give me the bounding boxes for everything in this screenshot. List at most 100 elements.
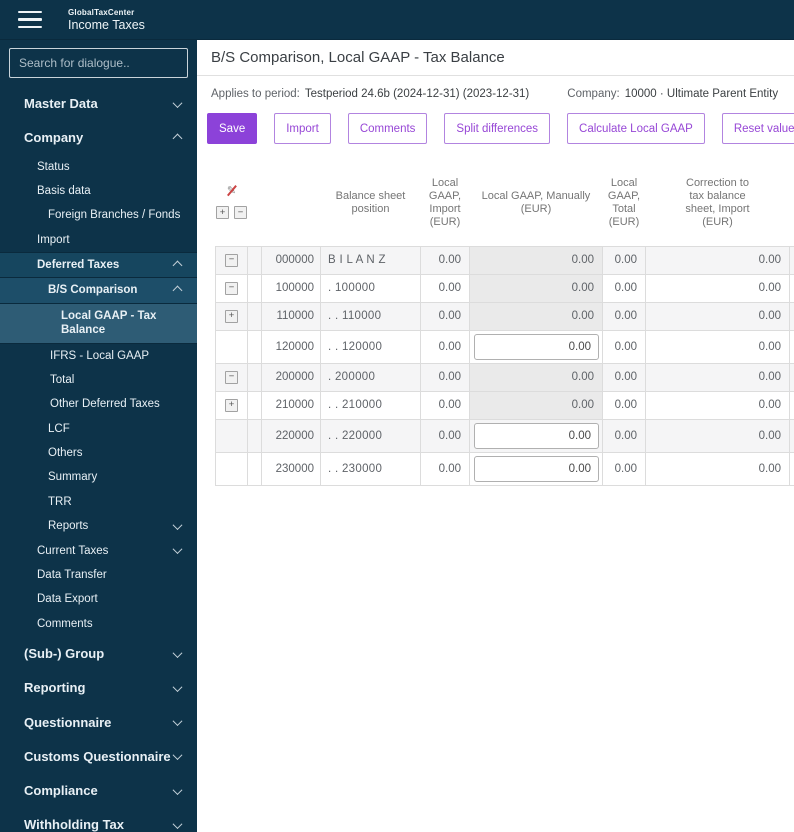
expand-all-button[interactable]: + bbox=[216, 206, 229, 220]
sidebar-item-label: IFRS - Local GAAP bbox=[50, 349, 150, 362]
cell-flag bbox=[247, 273, 262, 303]
sidebar-item-label: Questionnaire bbox=[24, 714, 112, 730]
column-header-overflow bbox=[790, 166, 794, 246]
sidebar-item-label: Basis data bbox=[37, 184, 91, 197]
cell-local-gaap-import: 0.00 bbox=[420, 362, 470, 392]
period-value: Testperiod 24.6b (2024-12-31) (2023-12-3… bbox=[304, 88, 530, 100]
cell-local-gaap-import: 0.00 bbox=[420, 390, 470, 420]
table-row-000000: −000000 B I L A N Z 0.00 0.00 0.00 0.00 bbox=[215, 245, 794, 275]
sidebar-item-reports[interactable]: Reports bbox=[0, 514, 197, 538]
sidebar-item-ifrs-local-gaap[interactable]: IFRS - Local GAAP bbox=[0, 344, 197, 368]
row-expand-button[interactable]: + bbox=[225, 309, 238, 323]
manually-value-input[interactable] bbox=[474, 455, 599, 482]
sidebar-item-summary[interactable]: Summary bbox=[0, 465, 197, 489]
cell-account: 000000 bbox=[261, 245, 321, 275]
cell-local-gaap-import: 0.00 bbox=[420, 273, 470, 303]
company-info: Company: 10000 · Ultimate Parent Entity bbox=[567, 88, 778, 100]
balance-sheet-table: ✎+−Balance sheet positionLocal GAAP, Imp… bbox=[215, 166, 794, 486]
cell-local-gaap-import: 0.00 bbox=[420, 245, 470, 275]
cell-account: 100000 bbox=[261, 273, 321, 303]
chevron-up-icon bbox=[172, 285, 183, 296]
chevron-down-icon bbox=[172, 682, 183, 692]
sidebar-item-data-export[interactable]: Data Export bbox=[0, 587, 197, 611]
search-input[interactable] bbox=[9, 48, 188, 78]
cell-flag bbox=[247, 451, 262, 486]
cell-local-gaap-total: 0.00 bbox=[602, 390, 646, 420]
reset-values-button[interactable]: Reset values ... bbox=[721, 113, 794, 144]
sidebar-item-trr[interactable]: TRR bbox=[0, 490, 197, 514]
cell-account: 210000 bbox=[261, 390, 321, 420]
sidebar-item-label: Company bbox=[24, 130, 84, 146]
sidebar-item-reporting[interactable]: Reporting bbox=[0, 672, 197, 704]
row-collapse-button[interactable]: − bbox=[225, 370, 238, 384]
sidebar-item-import[interactable]: Import bbox=[0, 228, 197, 252]
cell-account: 220000 bbox=[261, 418, 321, 453]
sidebar-item-lcf[interactable]: LCF bbox=[0, 417, 197, 441]
cell-overflow bbox=[789, 301, 794, 331]
sidebar-item-deferred-taxes[interactable]: Deferred Taxes bbox=[0, 252, 197, 279]
sidebar-item-customs-questionnaire[interactable]: Customs Questionnaire bbox=[0, 741, 197, 773]
cell-flag bbox=[247, 329, 262, 364]
save-button[interactable]: Save bbox=[207, 113, 258, 144]
cell-overflow bbox=[789, 390, 794, 420]
row-collapse-button[interactable]: − bbox=[225, 281, 238, 295]
sidebar-item-label: Foreign Branches / Fonds bbox=[48, 209, 181, 222]
sidebar-item-others[interactable]: Others bbox=[0, 441, 197, 465]
sidebar-item-sub-group[interactable]: (Sub-) Group bbox=[0, 638, 197, 670]
cell-local-gaap-total: 0.00 bbox=[602, 273, 646, 303]
sidebar-item-label: Comments bbox=[37, 617, 93, 630]
sidebar-item-basis-data[interactable]: Basis data bbox=[0, 179, 197, 203]
sidebar-item-compliance[interactable]: Compliance bbox=[0, 775, 197, 807]
sidebar-item-master-data[interactable]: Master Data bbox=[0, 88, 197, 120]
manually-value-input[interactable] bbox=[474, 422, 599, 449]
period-label: Applies to period: bbox=[211, 88, 300, 100]
sidebar-item-other-deferred-taxes[interactable]: Other Deferred Taxes bbox=[0, 392, 197, 416]
chevron-down-icon bbox=[172, 97, 183, 108]
row-collapse-button[interactable]: − bbox=[225, 253, 238, 267]
cell-position-name: . . 120000 bbox=[320, 329, 421, 364]
chevron-down-icon bbox=[172, 716, 183, 727]
sidebar-item-status[interactable]: Status bbox=[0, 155, 197, 179]
import-button[interactable]: Import bbox=[274, 113, 331, 144]
sidebar-item-label: B/S Comparison bbox=[48, 284, 138, 297]
cell-local-gaap-total: 0.00 bbox=[602, 362, 646, 392]
sidebar-item-data-transfer[interactable]: Data Transfer bbox=[0, 563, 197, 587]
cell-expand bbox=[215, 418, 248, 453]
cell-local-gaap-manually: 0.00 bbox=[469, 362, 603, 392]
comments-button[interactable]: Comments bbox=[347, 113, 428, 144]
cell-flag bbox=[247, 418, 262, 453]
calculate-local-gaap-button[interactable]: Calculate Local GAAP bbox=[567, 113, 705, 144]
cell-account: 230000 bbox=[261, 451, 321, 486]
sidebar-item-label: Reporting bbox=[24, 680, 86, 696]
sidebar-item-current-taxes[interactable]: Current Taxes bbox=[0, 539, 197, 563]
cell-expand: + bbox=[215, 301, 248, 331]
sidebar-item-comments[interactable]: Comments bbox=[0, 612, 197, 636]
sidebar-item-questionnaire[interactable]: Questionnaire bbox=[0, 707, 197, 739]
sidebar-item-label: Deferred Taxes bbox=[37, 259, 120, 271]
cell-account: 120000 bbox=[261, 329, 321, 364]
main-content: B/S Comparison, Local GAAP - Tax Balance… bbox=[197, 40, 794, 832]
page: GlobalTaxCenter Income Taxes Master Data… bbox=[0, 0, 794, 832]
cell-correction-import: 0.00 bbox=[645, 329, 790, 364]
split-differences-button[interactable]: Split differences bbox=[444, 113, 551, 144]
sidebar-item-withholding-tax[interactable]: Withholding Tax bbox=[0, 809, 197, 832]
sidebar-item-local-gaap-tax-balance[interactable]: Local GAAP - Tax Balance bbox=[0, 303, 197, 344]
cell-local-gaap-import: 0.00 bbox=[420, 451, 470, 486]
hamburger-menu-icon[interactable] bbox=[18, 10, 42, 29]
chevron-down-icon bbox=[172, 544, 183, 555]
sidebar-item-foreign-branches-fonds[interactable]: Foreign Branches / Fonds bbox=[0, 203, 197, 227]
sidebar-item-b-s-comparison[interactable]: B/S Comparison bbox=[0, 278, 197, 304]
sidebar-item-label: Import bbox=[37, 233, 70, 246]
sidebar-item-label: Data Transfer bbox=[37, 568, 107, 581]
sidebar-item-total[interactable]: Total bbox=[0, 368, 197, 392]
cell-correction-import: 0.00 bbox=[645, 418, 790, 453]
column-header-import: Local GAAP, Import (EUR) bbox=[428, 176, 462, 228]
row-expand-button[interactable]: + bbox=[225, 398, 238, 412]
sidebar-item-label: Current Taxes bbox=[37, 544, 109, 557]
cell-expand: − bbox=[215, 362, 248, 392]
cell-local-gaap-manually: 0.00 bbox=[469, 390, 603, 420]
sidebar-nav: Master Data Company Status Basis data Foreig… bbox=[0, 88, 197, 832]
manually-value-input[interactable] bbox=[474, 333, 599, 360]
sidebar-item-company[interactable]: Company bbox=[0, 122, 197, 154]
collapse-all-button[interactable]: − bbox=[234, 206, 247, 220]
